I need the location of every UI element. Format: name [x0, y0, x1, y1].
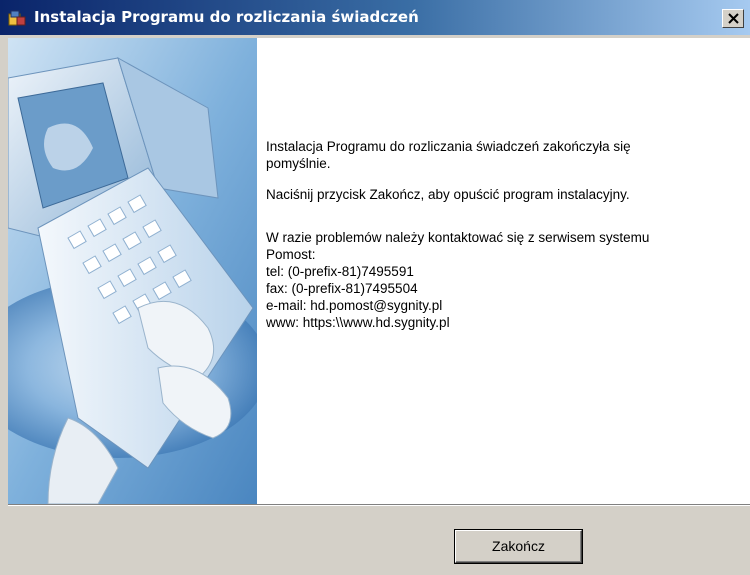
finish-button[interactable]: Zakończ	[455, 530, 582, 563]
installer-window: Instalacja Programu do rozliczania świad…	[0, 0, 750, 575]
support-www: www: https:\\www.hd.sygnity.pl	[266, 315, 450, 330]
support-line2: Pomost:	[266, 247, 316, 262]
separator	[8, 504, 750, 506]
support-tel: tel: (0-prefix-81)7495591	[266, 264, 414, 279]
message-line1: Instalacja Programu do rozliczania świad…	[266, 139, 631, 154]
side-illustration	[8, 38, 257, 504]
message-line2: pomyślnie.	[266, 156, 331, 171]
installer-icon	[8, 9, 26, 27]
message-line3: Naciśnij przycisk Zakończ, aby opuścić p…	[266, 187, 630, 202]
computer-keyboard-illustration	[8, 38, 257, 504]
completion-message: Instalacja Programu do rozliczania świad…	[266, 138, 746, 331]
wizard-content: Instalacja Programu do rozliczania świad…	[8, 38, 750, 504]
close-button[interactable]	[722, 9, 744, 28]
support-fax: fax: (0-prefix-81)7495504	[266, 281, 418, 296]
close-icon	[728, 13, 739, 24]
support-email: e-mail: hd.pomost@sygnity.pl	[266, 298, 443, 313]
support-line1: W razie problemów należy kontaktować się…	[266, 230, 650, 245]
title-bar[interactable]: Instalacja Programu do rozliczania świad…	[0, 0, 750, 35]
window-title: Instalacja Programu do rozliczania świad…	[34, 8, 419, 26]
